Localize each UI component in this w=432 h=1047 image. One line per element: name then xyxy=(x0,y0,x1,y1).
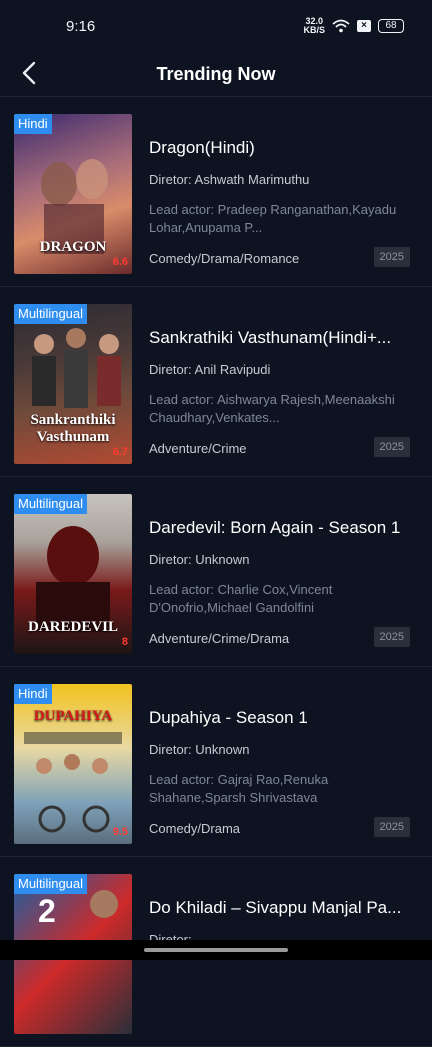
rating-badge: 6.7 xyxy=(112,446,128,458)
speed-unit: KB/S xyxy=(303,25,325,35)
director-line: Diretor: Ashwath Marimuthu xyxy=(149,172,410,187)
svg-text:2: 2 xyxy=(38,893,56,929)
clock: 9:16 xyxy=(66,17,96,35)
director-label: Diretor: xyxy=(149,362,192,377)
wifi-icon xyxy=(332,19,350,33)
lead-actor-line: Lead actor: Pradeep Ranganathan,Kayadu L… xyxy=(149,201,410,237)
lead-actor-line: Lead actor: Gajraj Rao,Renuka Shahane,Sp… xyxy=(149,771,410,807)
director-line: Diretor: Unknown xyxy=(149,742,410,757)
movie-info: Sankrathiki Vasthunam(Hindi+... Diretor:… xyxy=(149,304,410,464)
lead-actor-line: Lead actor: Aishwarya Rajesh,Meenaakshi … xyxy=(149,391,410,427)
home-indicator[interactable] xyxy=(144,948,288,952)
list-item[interactable]: DUPAHIYA 9.5 Hindi Dupahiya - Season 1 D… xyxy=(0,667,432,857)
poster-title: DUPAHIYA xyxy=(33,708,113,724)
battery-indicator: 68 xyxy=(378,19,404,33)
page-title: Trending Now xyxy=(156,63,276,84)
sim-blocked-icon: × xyxy=(357,20,371,32)
director-label: Diretor: xyxy=(149,172,192,187)
lead-actor-line: Lead actor: Charlie Cox,Vincent D'Onofri… xyxy=(149,581,410,617)
director-line: Diretor: Unknown xyxy=(149,552,410,567)
movie-info: Dupahiya - Season 1 Diretor: Unknown Lea… xyxy=(149,684,410,844)
language-badge: Hindi xyxy=(14,114,52,134)
rating-badge: 6.6 xyxy=(112,256,128,268)
year-badge: 2025 xyxy=(373,247,410,267)
genre: Adventure/Crime xyxy=(149,441,247,456)
gesture-bar xyxy=(0,940,432,960)
language-badge: Multilingual xyxy=(14,304,88,324)
back-button[interactable] xyxy=(14,58,44,88)
director-value: Unknown xyxy=(195,552,250,567)
movie-title[interactable]: Dupahiya - Season 1 xyxy=(149,708,410,728)
director-line: Diretor: Anil Ravipudi xyxy=(149,362,410,377)
lead-actor-label: Lead actor: xyxy=(149,202,215,217)
director-value: Anil Ravipudi xyxy=(194,362,271,377)
list-item[interactable]: DRAGON 6.6 Hindi Dragon(Hindi) Diretor: … xyxy=(0,97,432,287)
lead-actor-label: Lead actor: xyxy=(149,582,215,597)
poster-title: DRAGON xyxy=(39,239,107,255)
chevron-left-icon xyxy=(22,61,36,85)
director-label: Diretor: xyxy=(149,742,192,757)
year-badge: 2025 xyxy=(373,437,410,457)
lead-actor-label: Lead actor: xyxy=(149,392,215,407)
language-badge: Multilingual xyxy=(14,494,88,514)
movie-poster[interactable]: DAREDEVIL 8 Multilingual xyxy=(14,494,132,654)
movie-title[interactable]: Dragon(Hindi) xyxy=(149,138,410,158)
movie-title[interactable]: Daredevil: Born Again - Season 1 xyxy=(149,518,410,538)
movie-info: Daredevil: Born Again - Season 1 Diretor… xyxy=(149,494,410,654)
lead-actor-label: Lead actor: xyxy=(149,772,215,787)
list-item[interactable]: Sankranthiki Vasthunam 6.7 Multilingual … xyxy=(0,287,432,477)
status-bar: 9:16 32.0 KB/S × 68 xyxy=(0,0,432,52)
movie-title[interactable]: Sankrathiki Vasthunam(Hindi+... xyxy=(149,328,410,348)
poster-title: Sankranthiki Vasthunam xyxy=(30,412,116,445)
director-value: Ashwath Marimuthu xyxy=(194,172,310,187)
poster-title: DAREDEVIL xyxy=(27,619,118,635)
network-speed: 32.0 KB/S xyxy=(303,17,325,35)
rating-badge: 8 xyxy=(121,636,128,648)
status-icons: 32.0 KB/S × 68 xyxy=(303,17,404,35)
genre: Comedy/Drama xyxy=(149,821,241,836)
movie-poster[interactable]: DRAGON 6.6 Hindi xyxy=(14,114,132,274)
director-value: Unknown xyxy=(195,742,250,757)
top-bar: Trending Now xyxy=(0,52,432,97)
language-badge: Multilingual xyxy=(14,874,88,894)
movie-info: Dragon(Hindi) Diretor: Ashwath Marimuthu… xyxy=(149,114,410,274)
genre: Adventure/Crime/Drama xyxy=(149,631,290,646)
movie-poster[interactable]: Sankranthiki Vasthunam 6.7 Multilingual xyxy=(14,304,132,464)
trending-list: DRAGON 6.6 Hindi Dragon(Hindi) Diretor: … xyxy=(0,97,432,1047)
movie-title[interactable]: Do Khiladi – Sivappu Manjal Pa... xyxy=(149,898,410,918)
director-label: Diretor: xyxy=(149,552,192,567)
movie-poster[interactable]: DUPAHIYA 9.5 Hindi xyxy=(14,684,132,844)
rating-badge: 9.5 xyxy=(112,826,128,838)
year-badge: 2025 xyxy=(373,817,410,837)
list-item[interactable]: DAREDEVIL 8 Multilingual Daredevil: Born… xyxy=(0,477,432,667)
genre: Comedy/Drama/Romance xyxy=(149,251,300,266)
language-badge: Hindi xyxy=(14,684,52,704)
year-badge: 2025 xyxy=(373,627,410,647)
